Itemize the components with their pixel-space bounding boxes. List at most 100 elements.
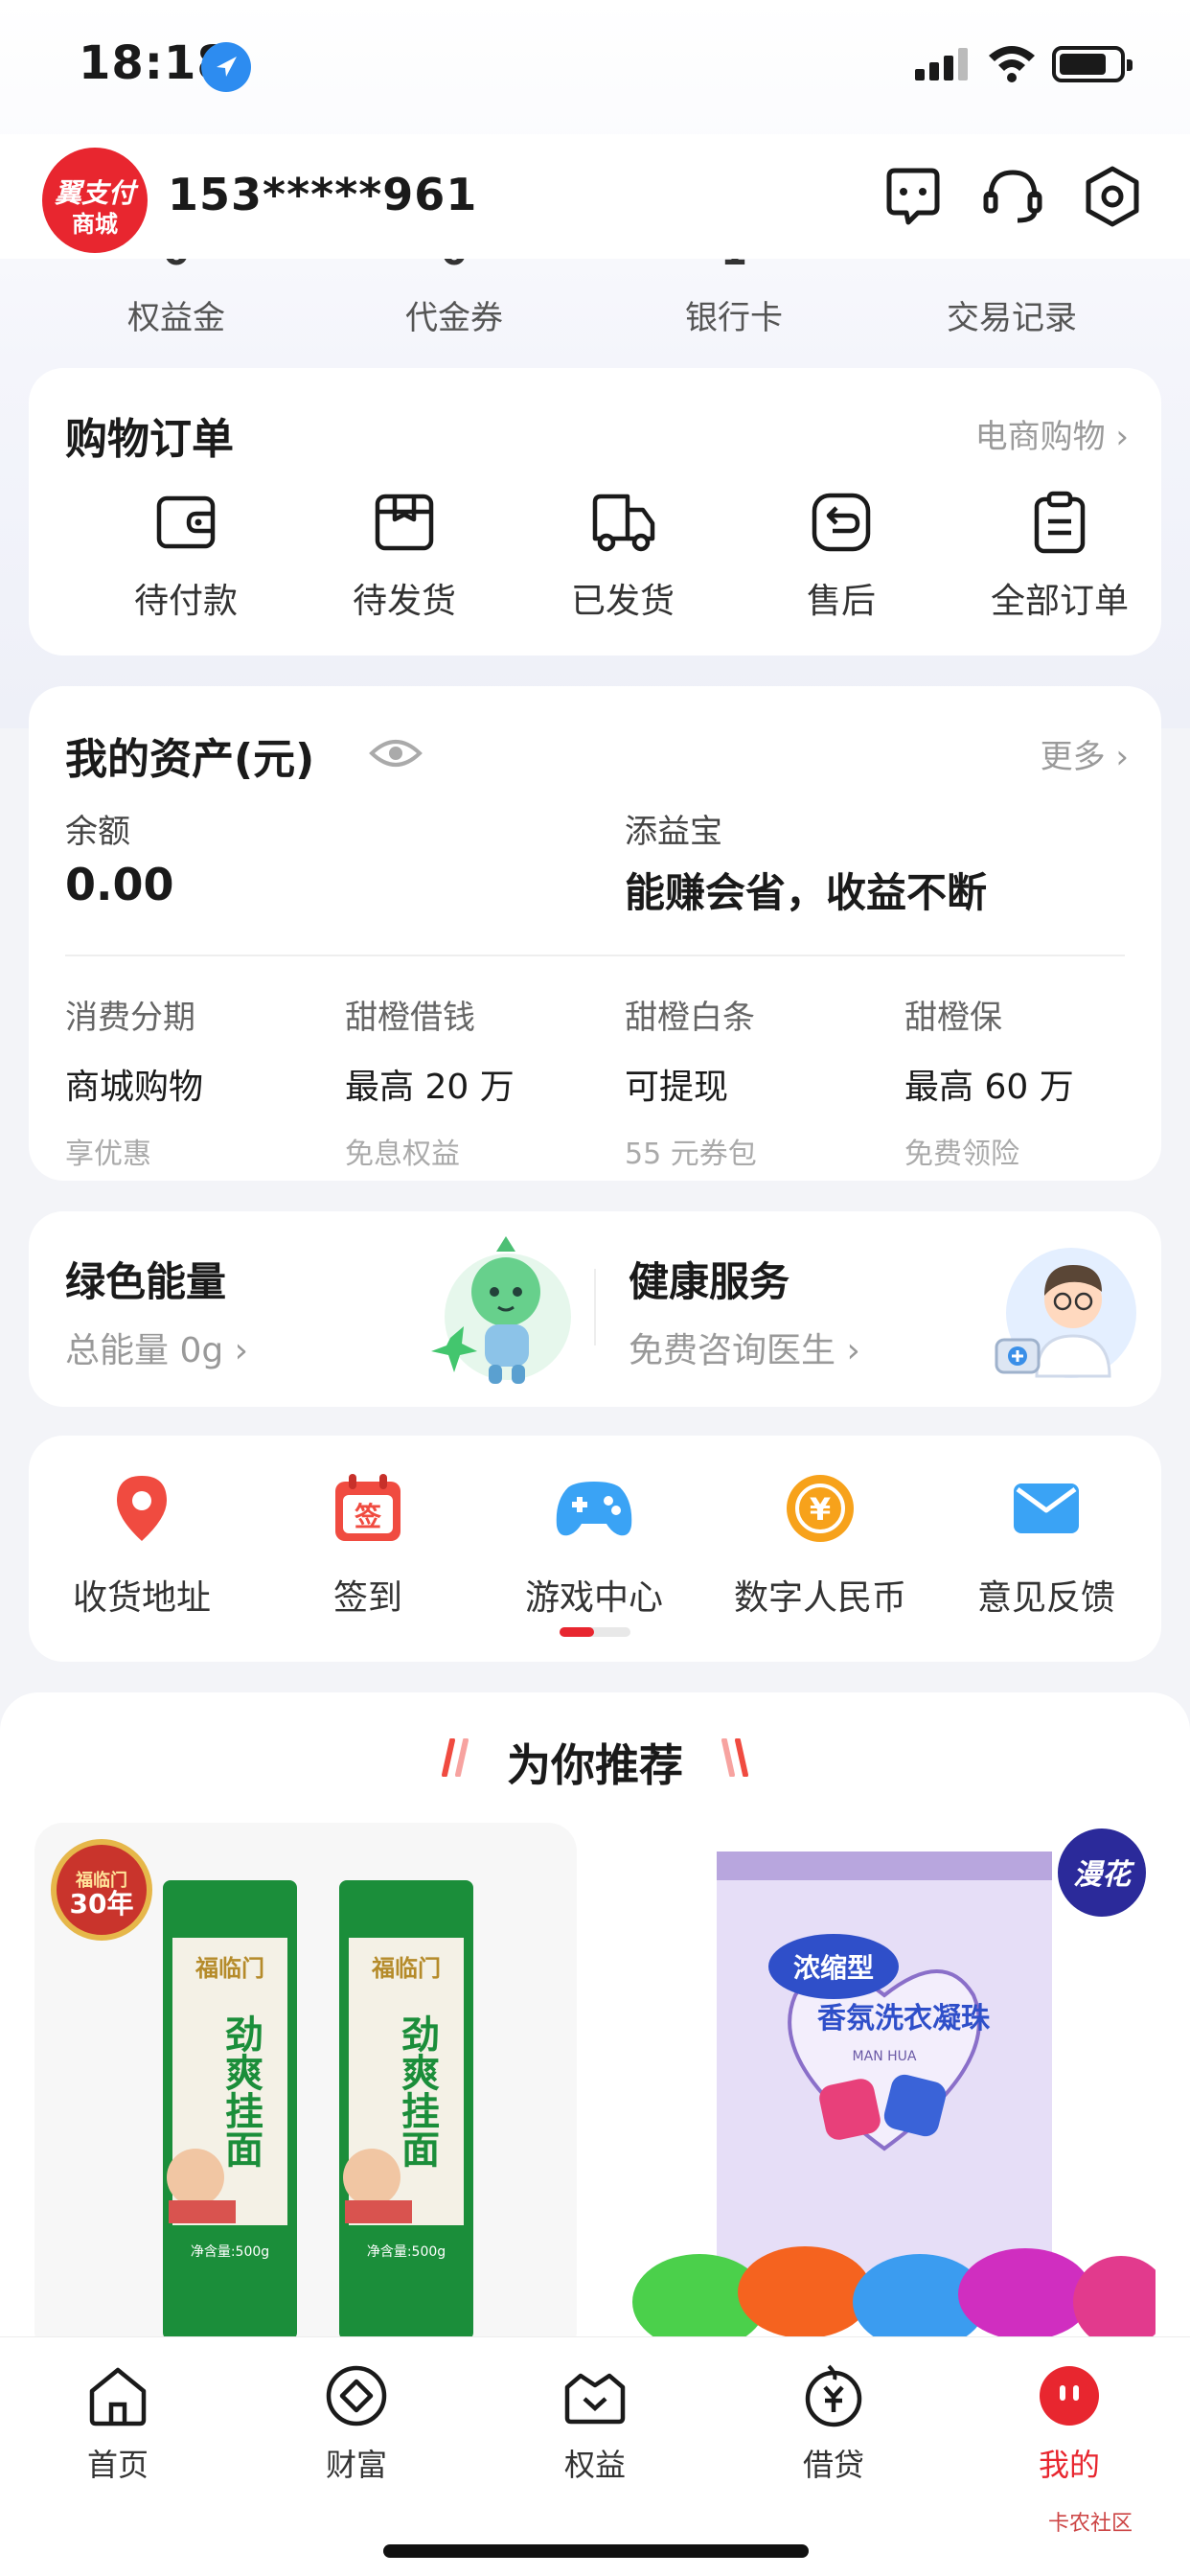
service-label: 收货地址 [72,1578,211,1618]
noodle-pack-left: 福临门 劲爽挂面 净含量:500g [163,1880,297,2340]
badge-years-text: 30年 [70,1888,134,1920]
rights-icon [564,2373,626,2425]
tab-mine[interactable]: 我的 [993,2362,1146,2485]
product-image-noodles: 福临门 30年 福临门 劲爽挂面 净含量:500g 福临门 劲爽挂面 净含量:5… [51,1839,473,2340]
order-after-sales[interactable]: 售后 [745,491,937,623]
chevron-right-icon: › [1115,418,1129,456]
service-feedback[interactable]: 意见反馈 [933,1472,1159,1620]
asset-col-loan[interactable]: 甜橙借钱 最高 20 万 免息权益 [345,991,623,1172]
green-energy-sub-text: 总能量 0g [65,1331,224,1370]
status-bar: 18:18 [0,0,1190,134]
asset-col-installment[interactable]: 消费分期 商城购物 享优惠 [65,991,343,1172]
product-name-text: 香氛洗衣凝珠 [817,2002,991,2036]
tab-label: 借贷 [802,2447,864,2483]
calendar-sign-icon: 签 [335,1474,400,1541]
wifi-icon [989,46,1035,82]
product-image-laundry-pods: 浓缩型 香氛洗衣凝珠 MAN HUA 漫花 [632,1828,1156,2350]
order-pending-payment[interactable]: 待付款 [90,491,282,623]
clipboard-icon [1034,491,1086,554]
chevron-right-icon: › [234,1331,249,1370]
noodle-pack-right: 福临门 劲爽挂面 净含量:500g [339,1880,473,2340]
product-en-text: MAN HUA [853,2049,917,2064]
assets-more-link[interactable]: 更多 › [1041,730,1129,777]
green-mascot-icon [431,1236,571,1384]
tab-label: 首页 [86,2447,149,2483]
mail-icon [1014,1484,1079,1533]
service-label: 签到 [332,1578,402,1618]
assets-title: 我的资产(元) [65,735,315,784]
energy-health-card: 绿色能量 总能量 0g › 健康服务 免费咨询医生 › [29,1211,1161,1407]
recommend-title: 为你推荐 [507,1739,683,1791]
doctor-avatar-icon [995,1248,1136,1378]
balance-label: 余额 [65,813,130,851]
home-indicator[interactable] [383,2544,809,2558]
brand-badge-text: 漫花 [1073,1858,1135,1892]
service-games[interactable]: 游戏中心 [481,1472,707,1620]
services-card: 收货地址 签 签到 游戏中心 ¥ 数字人民币 意见反馈 [29,1436,1161,1662]
order-label: 已发货 [570,582,675,621]
balance-value[interactable]: 0.00 [65,859,174,910]
box-icon [375,494,434,551]
order-shipped[interactable]: 已发货 [527,491,719,623]
product-card-noodles[interactable]: 福临门 30年 福临门 劲爽挂面 净含量:500g 福临门 劲爽挂面 净含量:5… [34,1823,577,2359]
message-icon[interactable] [880,163,947,230]
service-label: 意见反馈 [976,1578,1115,1618]
pack-brand-text: 福临门 [195,1955,264,1982]
return-icon [812,493,871,552]
wealth-icon [326,2365,387,2426]
stat-label: 交易记录 [947,299,1077,337]
tab-label: 权益 [563,2447,626,2483]
my-assets-card: 我的资产(元) 更多 › 余额 0.00 添益宝 能赚会省，收益不断 消费分期 … [29,686,1161,1181]
tianyibao-value[interactable]: 能赚会省，收益不断 [625,861,987,919]
col-value: 最高 60 万 [904,1068,1074,1107]
chevron-right-icon: › [1115,738,1129,776]
divider [594,1269,596,1346]
service-label: 游戏中心 [524,1578,663,1618]
green-energy-sub: 总能量 0g › [65,1322,248,1372]
ecommerce-link[interactable]: 电商购物 › [975,410,1129,457]
app-logo: 翼支付 商城 [42,148,148,253]
order-label: 售后 [806,582,876,621]
order-label: 待付款 [133,582,238,621]
product-card-laundry-pods[interactable]: 浓缩型 香氛洗衣凝珠 MAN HUA 漫花 [613,1823,1156,2359]
service-digital-rmb[interactable]: ¥ 数字人民币 [707,1472,933,1620]
settings-icon[interactable] [1079,163,1146,230]
order-all[interactable]: 全部订单 [964,491,1156,623]
gamepad-icon [556,1482,632,1536]
ecommerce-link-label: 电商购物 [974,418,1106,456]
pack-name-text: 劲爽挂面 [395,2014,440,2168]
order-pending-shipment[interactable]: 待发货 [309,491,500,623]
divider [65,954,1125,956]
stat-label: 权益金 [127,299,225,337]
service-checkin[interactable]: 签 签到 [255,1472,481,1620]
logo-text-bottom: 商城 [72,211,118,238]
customer-service-icon[interactable] [979,163,1046,230]
service-address[interactable]: 收货地址 [29,1472,255,1620]
tab-home[interactable]: 首页 [41,2362,195,2485]
sign-badge-text: 签 [355,1501,381,1532]
asset-col-insurance[interactable]: 甜橙保 最高 60 万 免费领险 [904,991,1182,1172]
shopping-orders-card: 购物订单 电商购物 › 待付款 待发货 已发货 售后 全部订单 [29,368,1161,656]
assets-more-label: 更多 [1040,738,1106,776]
bottom-tab-bar: 首页 财富 权益 借贷 我的 卡农社区 [0,2336,1190,2576]
pack-brand-text: 福临门 [371,1955,441,1982]
col-value: 可提现 [625,1068,729,1107]
home-icon [89,2367,147,2426]
tab-loan[interactable]: 借贷 [757,2362,910,2485]
col-title: 甜橙借钱 [345,999,475,1037]
col-sub: 免息权益 [345,1138,460,1171]
asset-col-credit[interactable]: 甜橙白条 可提现 55 元券包 [625,991,903,1172]
loan-icon [805,2364,862,2427]
truck-icon [592,494,655,552]
eye-icon[interactable] [369,734,423,772]
app-header: 翼支付 商城 153*****961 [0,134,1190,259]
battery-icon [1052,46,1133,82]
wallet-icon [156,495,216,549]
title-decoration-right [721,1738,748,1777]
tab-rights[interactable]: 权益 [518,2362,672,2485]
mine-icon [1040,2366,1099,2426]
tab-wealth[interactable]: 财富 [280,2362,433,2485]
user-phone[interactable]: 153*****961 [168,169,477,220]
stat-label: 代金券 [405,299,503,337]
recommend-section: 为你推荐 福临门 30年 福临门 劲爽挂面 净含量:500g 福临门 劲爽挂面 … [0,1692,1190,2359]
